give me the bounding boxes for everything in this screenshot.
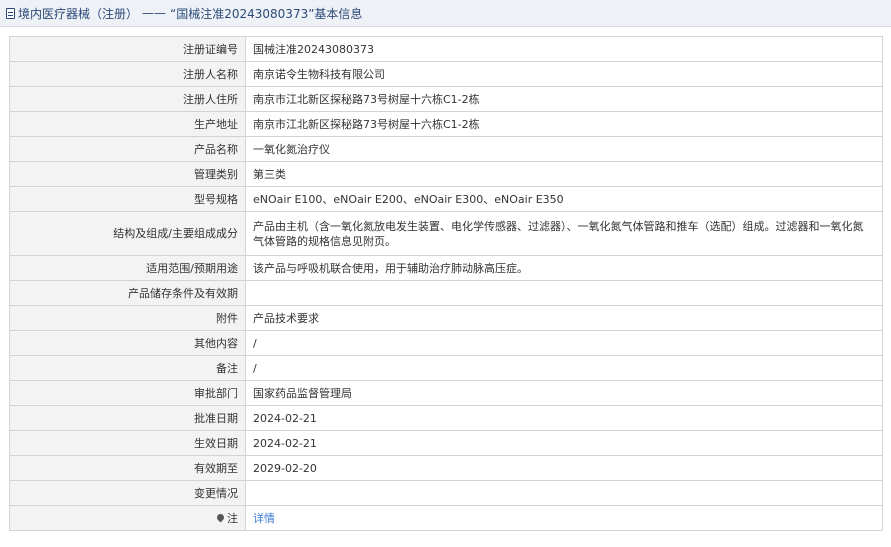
pin-icon <box>215 512 226 522</box>
row-value <box>245 480 883 506</box>
row-label: 适用范围/预期用途 <box>9 255 246 281</box>
header-category: 境内医疗器械（注册） <box>18 6 139 21</box>
table-row: 注册人名称 南京诺令生物科技有限公司 <box>9 61 883 87</box>
note-label-cell: 注 <box>9 505 246 531</box>
table-row: 结构及组成/主要组成成分 产品由主机（含一氧化氮放电发生装置、电化学传感器、过滤… <box>9 211 883 256</box>
row-label: 生效日期 <box>9 430 246 456</box>
table-row: 产品名称 一氧化氮治疗仪 <box>9 136 883 162</box>
table-row: 管理类别 第三类 <box>9 161 883 187</box>
row-label: 备注 <box>9 355 246 381</box>
table-row: 生效日期 2024-02-21 <box>9 430 883 456</box>
row-value: 国械注准20243080373 <box>245 36 883 62</box>
table-row: 生产地址 南京市江北新区探秘路73号树屋十六栋C1-2栋 <box>9 111 883 137</box>
document-icon <box>6 7 15 19</box>
table-row: 适用范围/预期用途 该产品与呼吸机联合使用，用于辅助治疗肺动脉高压症。 <box>9 255 883 281</box>
row-value: 产品技术要求 <box>245 305 883 331</box>
row-value: 南京市江北新区探秘路73号树屋十六栋C1-2栋 <box>245 111 883 137</box>
row-label: 注册人名称 <box>9 61 246 87</box>
row-label: 变更情况 <box>9 480 246 506</box>
details-link[interactable]: 详情 <box>253 512 275 525</box>
row-value: eNOair E100、eNOair E200、eNOair E300、eNOa… <box>245 186 883 212</box>
row-value: 第三类 <box>245 161 883 187</box>
row-value: 南京市江北新区探秘路73号树屋十六栋C1-2栋 <box>245 86 883 112</box>
note-label: 注 <box>227 511 238 525</box>
table-row: 注册证编号 国械注准20243080373 <box>9 36 883 62</box>
row-value <box>245 280 883 306</box>
table-row: 变更情况 <box>9 480 883 506</box>
note-row: 注 详情 <box>9 505 883 531</box>
header-separator: —— <box>142 6 167 20</box>
row-label: 注册人住所 <box>9 86 246 112</box>
row-label: 审批部门 <box>9 380 246 406</box>
row-value: 产品由主机（含一氧化氮放电发生装置、电化学传感器、过滤器）、一氧化氮气体管路和推… <box>245 211 883 256</box>
row-value: 该产品与呼吸机联合使用，用于辅助治疗肺动脉高压症。 <box>245 255 883 281</box>
page-header: 境内医疗器械（注册） —— “国械注准20243080373”基本信息 <box>0 0 891 27</box>
row-value: / <box>245 355 883 381</box>
row-value: 2024-02-21 <box>245 430 883 456</box>
table-row: 其他内容 / <box>9 330 883 356</box>
row-value: 一氧化氮治疗仪 <box>245 136 883 162</box>
row-label: 批准日期 <box>9 405 246 431</box>
row-value: 国家药品监督管理局 <box>245 380 883 406</box>
row-label: 其他内容 <box>9 330 246 356</box>
row-label: 注册证编号 <box>9 36 246 62</box>
row-value: 2024-02-21 <box>245 405 883 431</box>
table-row: 产品储存条件及有效期 <box>9 280 883 306</box>
table-row: 型号规格 eNOair E100、eNOair E200、eNOair E300… <box>9 186 883 212</box>
row-label: 生产地址 <box>9 111 246 137</box>
table-row: 备注 / <box>9 355 883 381</box>
table-row: 注册人住所 南京市江北新区探秘路73号树屋十六栋C1-2栋 <box>9 86 883 112</box>
row-value: 2029-02-20 <box>245 455 883 481</box>
row-value: 南京诺令生物科技有限公司 <box>245 61 883 87</box>
row-value: / <box>245 330 883 356</box>
header-title: “国械注准20243080373”基本信息 <box>170 6 363 21</box>
row-label: 有效期至 <box>9 455 246 481</box>
row-label: 产品名称 <box>9 136 246 162</box>
row-label: 管理类别 <box>9 161 246 187</box>
row-label: 型号规格 <box>9 186 246 212</box>
row-label: 结构及组成/主要组成成分 <box>9 211 246 256</box>
registration-info-table: 注册证编号 国械注准20243080373 注册人名称 南京诺令生物科技有限公司… <box>9 36 883 531</box>
table-row: 附件 产品技术要求 <box>9 305 883 331</box>
row-label: 产品储存条件及有效期 <box>9 280 246 306</box>
table-row: 批准日期 2024-02-21 <box>9 405 883 431</box>
table-row: 审批部门 国家药品监督管理局 <box>9 380 883 406</box>
row-label: 附件 <box>9 305 246 331</box>
note-value-cell: 详情 <box>245 505 883 531</box>
table-row: 有效期至 2029-02-20 <box>9 455 883 481</box>
